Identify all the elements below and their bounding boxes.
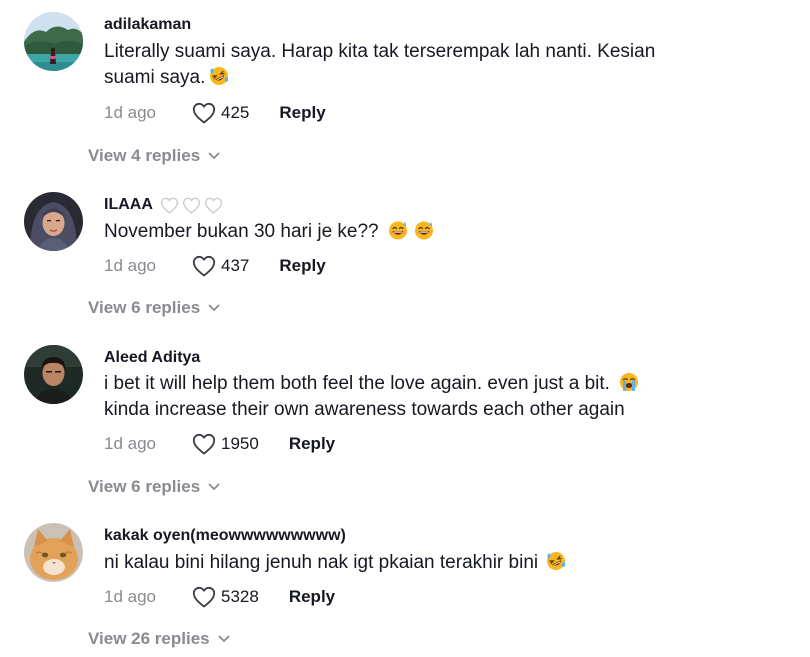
like-button[interactable]: 425 [192,102,249,124]
heart-outline-icon [160,197,179,214]
username-label: kakak oyen(meowwwwwwwww) [104,527,346,544]
comment-text-line: kinda increase their own awareness towar… [104,399,625,420]
comment-text: November bukan 30 hari je ke?? [104,219,744,245]
comment-text: Literally suami saya. Harap kita tak ter… [104,39,744,91]
avatar[interactable] [24,523,83,582]
comment-text-span: ni kalau bini hilang jenuh nak igt pkaia… [104,552,539,573]
username-label: ILAAA [104,196,153,213]
view-replies-label: View 4 replies [88,146,201,165]
comment-meta: 1d ago 425 Reply [104,100,326,126]
comment-meta: 1d ago 437 Reply [104,253,326,279]
avatar[interactable] [24,192,83,251]
timestamp: 1d ago [104,103,156,122]
comment-text-span: November bukan 30 hari je ke?? [104,221,379,242]
reply-button[interactable]: Reply [289,434,335,454]
heart-icon [192,433,216,455]
reply-button[interactable]: Reply [279,103,325,123]
like-button[interactable]: 5328 [192,586,259,608]
view-replies-label: View 6 replies [88,298,201,317]
like-count: 1950 [221,434,259,453]
like-button[interactable]: 1950 [192,433,259,455]
heart-icon [192,255,216,277]
rofl-emoji [546,551,566,571]
comment-meta: 1d ago 5328 Reply [104,584,335,610]
heart-outline-icon [182,197,201,214]
timestamp: 1d ago [104,256,156,275]
like-count: 437 [221,256,250,275]
view-replies-button[interactable]: View 6 replies [88,476,220,498]
sweat-smile-emoji [388,220,408,240]
like-count: 425 [221,103,250,122]
heart-icon [192,102,216,124]
rofl-emoji [209,66,229,86]
avatar[interactable] [24,345,83,404]
view-replies-button[interactable]: View 6 replies [88,297,220,319]
timestamp: 1d ago [104,587,156,606]
view-replies-button[interactable]: View 26 replies [88,628,230,650]
username-label: Aleed Aditya [104,349,201,366]
username[interactable]: Aleed Aditya [104,349,200,367]
reply-button[interactable]: Reply [289,587,335,607]
comment-text-span: suami saya. [104,67,206,88]
avatar[interactable] [24,12,83,71]
username[interactable]: kakak oyen(meowwwwwwwww) [104,527,346,545]
loudly-crying-emoji [619,372,639,392]
username[interactable]: adilakaman [104,16,191,34]
reply-button[interactable]: Reply [279,256,325,276]
user-badges [160,197,223,214]
comment-text: ni kalau bini hilang jenuh nak igt pkaia… [104,550,744,576]
comment-meta: 1d ago 1950 Reply [104,431,335,457]
view-replies-label: View 6 replies [88,477,201,496]
comment-text-line: i bet it will help them both feel the lo… [104,371,744,397]
comment-text-span: i bet it will help them both feel the lo… [104,373,610,394]
comment-text-line: ni kalau bini hilang jenuh nak igt pkaia… [104,550,744,576]
comment-text-line: Literally suami saya. Harap kita tak ter… [104,41,656,62]
view-replies-label: View 26 replies [88,629,210,648]
timestamp: 1d ago [104,434,156,453]
like-count: 5328 [221,587,259,606]
chevron-down-icon [218,635,230,643]
comment-text-line: November bukan 30 hari je ke?? [104,219,744,245]
username-label: adilakaman [104,16,192,33]
comment-text-line: suami saya. [104,65,744,91]
heart-outline-icon [204,197,223,214]
chevron-down-icon [208,304,220,312]
view-replies-button[interactable]: View 4 replies [88,145,220,167]
comment-text: i bet it will help them both feel the lo… [104,371,744,423]
sweat-smile-emoji [414,220,434,240]
chevron-down-icon [208,152,220,160]
chevron-down-icon [208,483,220,491]
heart-icon [192,586,216,608]
like-button[interactable]: 437 [192,255,249,277]
username[interactable]: ILAAA [104,196,223,214]
